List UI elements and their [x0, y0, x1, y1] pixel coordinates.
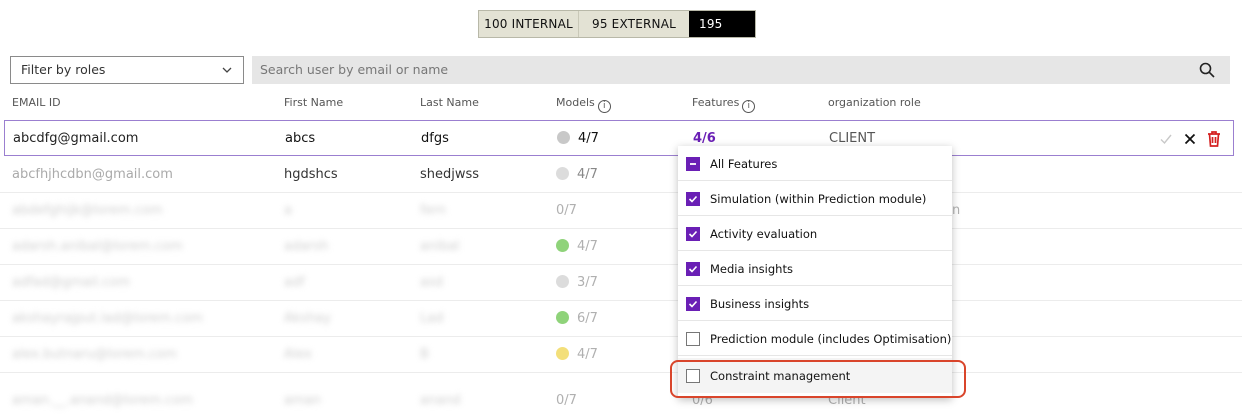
table-row[interactable]: alex.butnaru@lorem.com Alex B 4/7	[0, 337, 1242, 373]
models-cell[interactable]: 4/7	[556, 157, 598, 193]
feature-option-label: Business insights	[710, 296, 810, 311]
checkbox-checked-icon[interactable]	[686, 296, 700, 311]
first-name-cell: Alex	[284, 347, 312, 362]
status-dot	[556, 311, 569, 324]
last-name-cell: Lad	[420, 311, 444, 326]
email-cell: aman.__.anand@lorem.com	[12, 393, 193, 408]
last-name-cell: shedjwss	[420, 167, 480, 182]
models-cell[interactable]: 6/7	[556, 301, 598, 337]
column-header-email[interactable]: EMAIL ID	[12, 96, 61, 109]
models-cell[interactable]: 3/7	[556, 265, 598, 301]
column-header-models[interactable]: Models i	[556, 96, 611, 113]
table-row[interactable]: abdefghijk@lorem.com a fern 0/7 n	[0, 193, 1242, 229]
search-icon[interactable]	[1198, 61, 1216, 79]
table-row-editing[interactable]: abcdfg@gmail.com abcs dfgs 4/7 4/6 CLIEN…	[4, 120, 1234, 156]
email-cell: abdefghijk@lorem.com	[12, 203, 163, 218]
feature-option-label: Media insights	[710, 261, 793, 276]
first-name-cell: adf	[284, 275, 305, 290]
last-name-cell: fern	[420, 203, 446, 218]
feature-option-label: Prediction module (includes Optimisation…	[710, 331, 952, 346]
models-count[interactable]: 0/7	[556, 383, 577, 419]
email-cell: abcdfg@gmail.com	[13, 131, 139, 146]
column-header-features[interactable]: Features i	[692, 96, 756, 113]
column-header-organization-role[interactable]: organization role	[828, 96, 921, 109]
first-name-cell: a	[284, 203, 292, 218]
table-row[interactable]: adfad@gmail.com adf asd 3/7	[0, 265, 1242, 301]
models-count: 4/7	[577, 239, 598, 254]
last-name-cell: B	[420, 347, 429, 362]
feature-option-all[interactable]: All Features	[678, 146, 952, 181]
status-dot	[556, 347, 569, 360]
first-name-cell: abcs	[285, 131, 316, 146]
last-name-cell: asd	[420, 275, 443, 290]
feature-option-label: Activity evaluation	[710, 226, 818, 241]
menu-divider	[678, 355, 952, 356]
models-cell[interactable]: 4/7	[556, 229, 598, 265]
last-name-cell: anibal	[420, 239, 460, 254]
first-name-cell: adarsh	[284, 239, 329, 254]
feature-option-media-insights[interactable]: Media insights	[678, 251, 952, 286]
column-header-first-name[interactable]: First Name	[284, 96, 343, 109]
models-header-label: Models	[556, 96, 595, 109]
email-cell: adarsh.anibal@lorem.com	[12, 239, 183, 254]
feature-option-business-insights[interactable]: Business insights	[678, 286, 952, 321]
filter-by-roles-select[interactable]: Filter by roles	[10, 56, 244, 84]
last-name-cell: anand	[420, 393, 461, 408]
models-cell[interactable]: 4/7	[556, 337, 598, 373]
info-icon[interactable]: i	[742, 100, 756, 113]
email-cell: adfad@gmail.com	[12, 275, 131, 290]
email-cell: akshayrajput.lad@lorem.com	[12, 311, 203, 326]
last-name-cell: dfgs	[421, 131, 449, 146]
table-row[interactable]: aman.__.anand@lorem.com aman anand 0/7 0…	[0, 383, 1242, 419]
checkbox-unchecked-icon[interactable]	[686, 331, 700, 346]
first-name-cell: hgdshcs	[284, 167, 338, 182]
first-name-cell: Akshay	[284, 311, 332, 326]
search-placeholder: Search user by email or name	[260, 62, 449, 77]
status-dot	[556, 167, 569, 180]
checkbox-checked-icon[interactable]	[686, 191, 700, 206]
table-row[interactable]: akshayrajput.lad@lorem.com Akshay Lad 6/…	[0, 301, 1242, 337]
info-icon[interactable]: i	[597, 100, 611, 113]
cancel-close-icon[interactable]	[1181, 130, 1199, 148]
row-divider	[0, 372, 1242, 373]
models-count: 4/7	[577, 347, 598, 362]
email-cell: abcfhjhcdbn@gmail.com	[12, 167, 173, 182]
status-dot	[556, 275, 569, 288]
highlight-annotation	[670, 360, 966, 398]
email-cell: alex.butnaru@lorem.com	[12, 347, 177, 362]
column-header-last-name[interactable]: Last Name	[420, 96, 479, 109]
table-row[interactable]: abcfhjhcdbn@gmail.com hgdshcs shedjwss 4…	[0, 157, 1242, 193]
table-row[interactable]: adarsh.anibal@lorem.com adarsh anibal 4/…	[0, 229, 1242, 265]
checkbox-partial-icon[interactable]	[686, 156, 700, 171]
models-count: 4/7	[578, 131, 599, 146]
confirm-check-icon[interactable]	[1157, 130, 1175, 148]
feature-option-simulation[interactable]: Simulation (within Prediction module)	[678, 181, 952, 216]
chevron-down-icon	[221, 57, 233, 92]
checkbox-checked-icon[interactable]	[686, 226, 700, 241]
all-users-tab[interactable]: 195 ALL	[689, 11, 755, 57]
internal-users-tab[interactable]: 100 INTERNAL	[479, 11, 579, 37]
delete-trash-icon[interactable]	[1205, 130, 1223, 148]
models-count: 6/7	[577, 311, 598, 326]
checkbox-checked-icon[interactable]	[686, 261, 700, 276]
status-dot	[557, 131, 570, 144]
models-count[interactable]: 0/7	[556, 193, 577, 229]
models-count: 3/7	[577, 275, 598, 290]
models-cell[interactable]: 4/7	[557, 121, 599, 157]
user-type-segmented-control: 100 INTERNAL 95 EXTERNAL 195 ALL	[478, 10, 756, 57]
feature-option-label: Simulation (within Prediction module)	[710, 191, 927, 206]
feature-option-prediction-module[interactable]: Prediction module (includes Optimisation…	[678, 321, 952, 356]
filter-label: Filter by roles	[21, 62, 106, 77]
external-users-tab[interactable]: 95 EXTERNAL	[579, 11, 689, 37]
feature-option-activity-evaluation[interactable]: Activity evaluation	[678, 216, 952, 251]
feature-option-label: All Features	[710, 156, 778, 171]
status-dot	[556, 239, 569, 252]
features-header-label: Features	[692, 96, 740, 109]
models-count: 4/7	[577, 167, 598, 182]
row-actions	[1157, 127, 1223, 151]
user-search-input[interactable]: Search user by email or name	[252, 56, 1230, 84]
role-cell: n	[952, 203, 961, 218]
first-name-cell: aman	[284, 393, 321, 408]
